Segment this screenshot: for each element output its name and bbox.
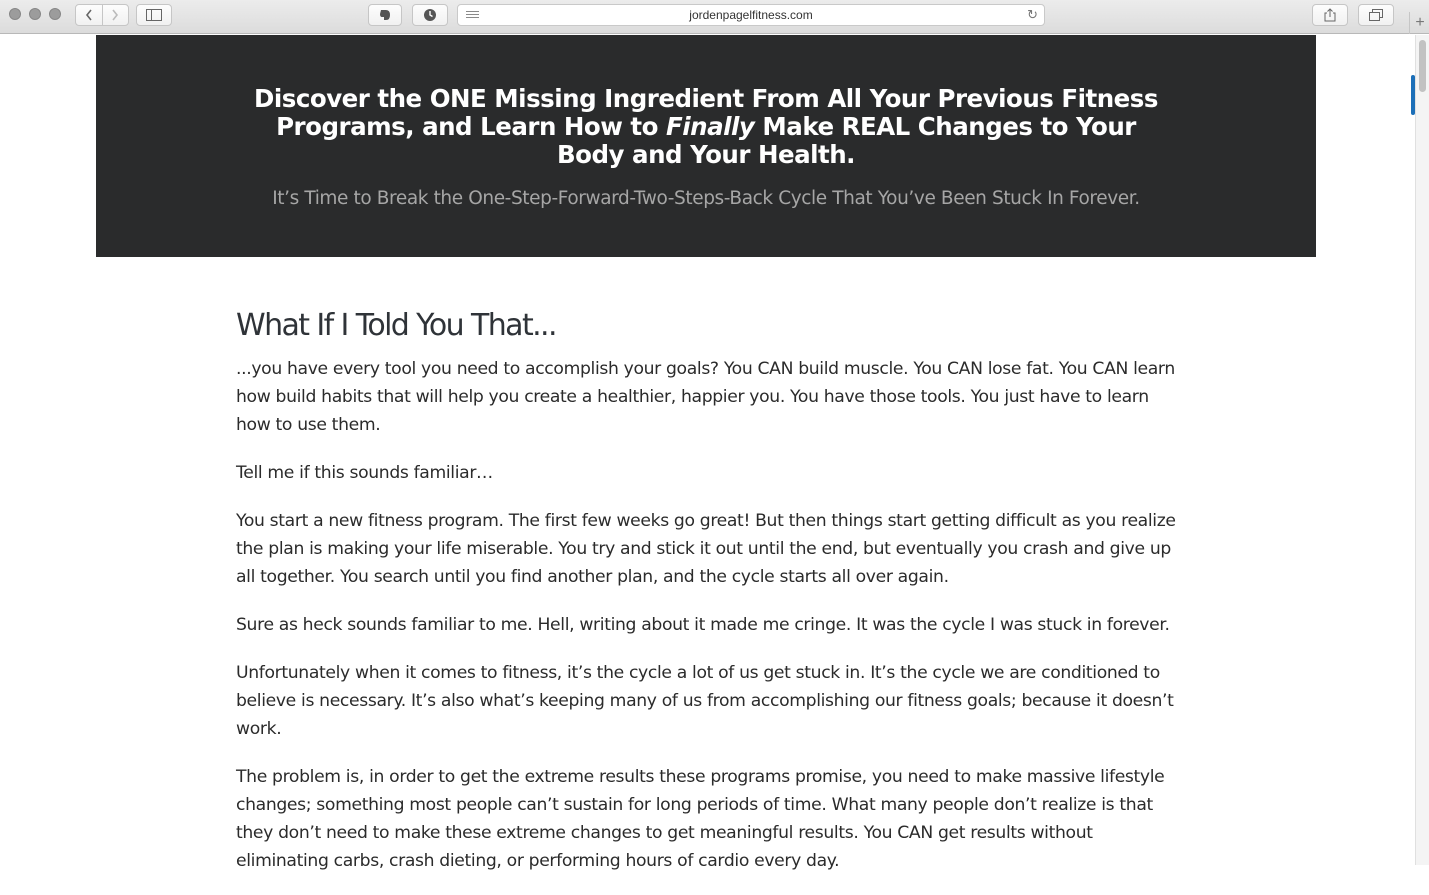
minimize-window-button[interactable] <box>29 8 41 20</box>
article-paragraph: You start a new fitness program. The fir… <box>236 511 1176 587</box>
address-url: jordenpagelfitness.com <box>689 8 813 22</box>
article-paragraph: Unfortunately when it comes to fitness, … <box>236 663 1174 739</box>
elephant-icon <box>380 10 390 20</box>
page-scrollbar[interactable] <box>1415 35 1429 865</box>
address-bar[interactable]: jordenpagelfitness.com ↻ <box>457 4 1045 26</box>
share-icon <box>1324 8 1336 22</box>
tabs-icon <box>1369 9 1383 21</box>
hero-title: Discover the ONE Missing Ingredient From… <box>246 85 1166 169</box>
hero-subtitle: It’s Time to Break the One-Step-Forward-… <box>272 188 1140 209</box>
share-button[interactable] <box>1312 4 1348 26</box>
history-extension-button[interactable] <box>412 4 448 26</box>
chevron-left-icon <box>85 9 92 21</box>
article-heading: What If I Told You That... <box>236 308 558 343</box>
forward-button[interactable] <box>101 5 129 25</box>
article-paragraph: ...you have every tool you need to accom… <box>236 359 1175 435</box>
reload-icon[interactable]: ↻ <box>1027 7 1038 23</box>
close-window-button[interactable] <box>9 8 21 20</box>
hero-banner: Discover the ONE Missing Ingredient From… <box>96 35 1316 257</box>
tabs-overview-button[interactable] <box>1358 4 1394 26</box>
article-paragraph: Tell me if this sounds familiar… <box>236 463 493 483</box>
new-tab-button[interactable]: + <box>1409 12 1429 34</box>
scrollbar-thumb[interactable] <box>1419 40 1426 92</box>
zoom-window-button[interactable] <box>49 8 61 20</box>
article-paragraph: Sure as heck sounds familiar to me. Hell… <box>236 615 1170 635</box>
article-paragraph: The problem is, in order to get the extr… <box>236 767 1165 871</box>
sidebar-button[interactable] <box>136 4 172 26</box>
plus-icon: + <box>1415 14 1425 31</box>
clock-icon <box>424 9 436 21</box>
navigation-buttons <box>75 4 129 26</box>
article-content: What If I Told You That... ...you have e… <box>236 305 1176 895</box>
web-page: Discover the ONE Missing Ingredient From… <box>0 35 1415 871</box>
chevron-right-icon <box>112 9 119 21</box>
hero-title-emphasis: Finally <box>666 112 755 141</box>
sidebar-icon <box>146 9 162 21</box>
page-side-marker <box>1411 75 1415 115</box>
browser-toolbar: jordenpagelfitness.com ↻ + <box>0 0 1429 34</box>
back-button[interactable] <box>76 5 102 25</box>
evernote-extension-button[interactable] <box>368 4 402 26</box>
